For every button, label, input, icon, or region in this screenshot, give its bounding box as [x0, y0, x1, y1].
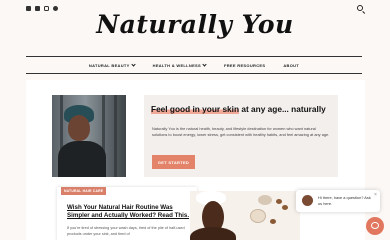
- nav-item-health-wellness[interactable]: HEALTH & WELLNESS: [152, 62, 207, 68]
- post-image[interactable]: [190, 191, 300, 240]
- chevron-down-icon: [131, 62, 136, 67]
- intro-title-rest: at any age... naturally: [239, 104, 326, 114]
- nav-item-label: FREE RESOURCES: [224, 62, 266, 68]
- nav-item-free-resources[interactable]: FREE RESOURCES: [224, 63, 265, 68]
- nav-item-about[interactable]: ABOUT: [283, 63, 299, 68]
- avatar: [302, 195, 313, 206]
- chevron-down-icon: [202, 62, 207, 67]
- post-excerpt: If you're tired of stressing your wash d…: [67, 226, 185, 236]
- intro-title: Feel good in your skin at any age... nat…: [151, 104, 326, 114]
- get-started-button[interactable]: GET STARTED: [152, 155, 195, 169]
- site-logo[interactable]: Naturally You: [0, 10, 390, 39]
- nav-item-label: ABOUT: [283, 62, 300, 68]
- intro-text: Naturally You is the natural health, bea…: [152, 126, 330, 137]
- post-title[interactable]: Wish Your Natural Hair Routine Was Simpl…: [67, 204, 193, 220]
- nav-item-label: NATURAL BEAUTY: [88, 62, 130, 68]
- nav-item-natural-beauty[interactable]: NATURAL BEAUTY: [88, 62, 136, 68]
- chat-icon: [371, 222, 379, 229]
- main-nav: NATURAL BEAUTY HEALTH & WELLNESS FREE RE…: [26, 56, 362, 74]
- chat-message: Hi there, have a question? Ask us here.: [318, 195, 371, 206]
- hero-photo: [52, 95, 126, 177]
- close-icon[interactable]: ×: [374, 193, 377, 198]
- intro-title-highlight: Feel good in your skin: [151, 104, 240, 114]
- nav-item-label: HEALTH & WELLNESS: [152, 62, 201, 68]
- chat-launcher-button[interactable]: [366, 217, 384, 235]
- category-badge[interactable]: NATURAL HAIR CARE: [61, 187, 107, 195]
